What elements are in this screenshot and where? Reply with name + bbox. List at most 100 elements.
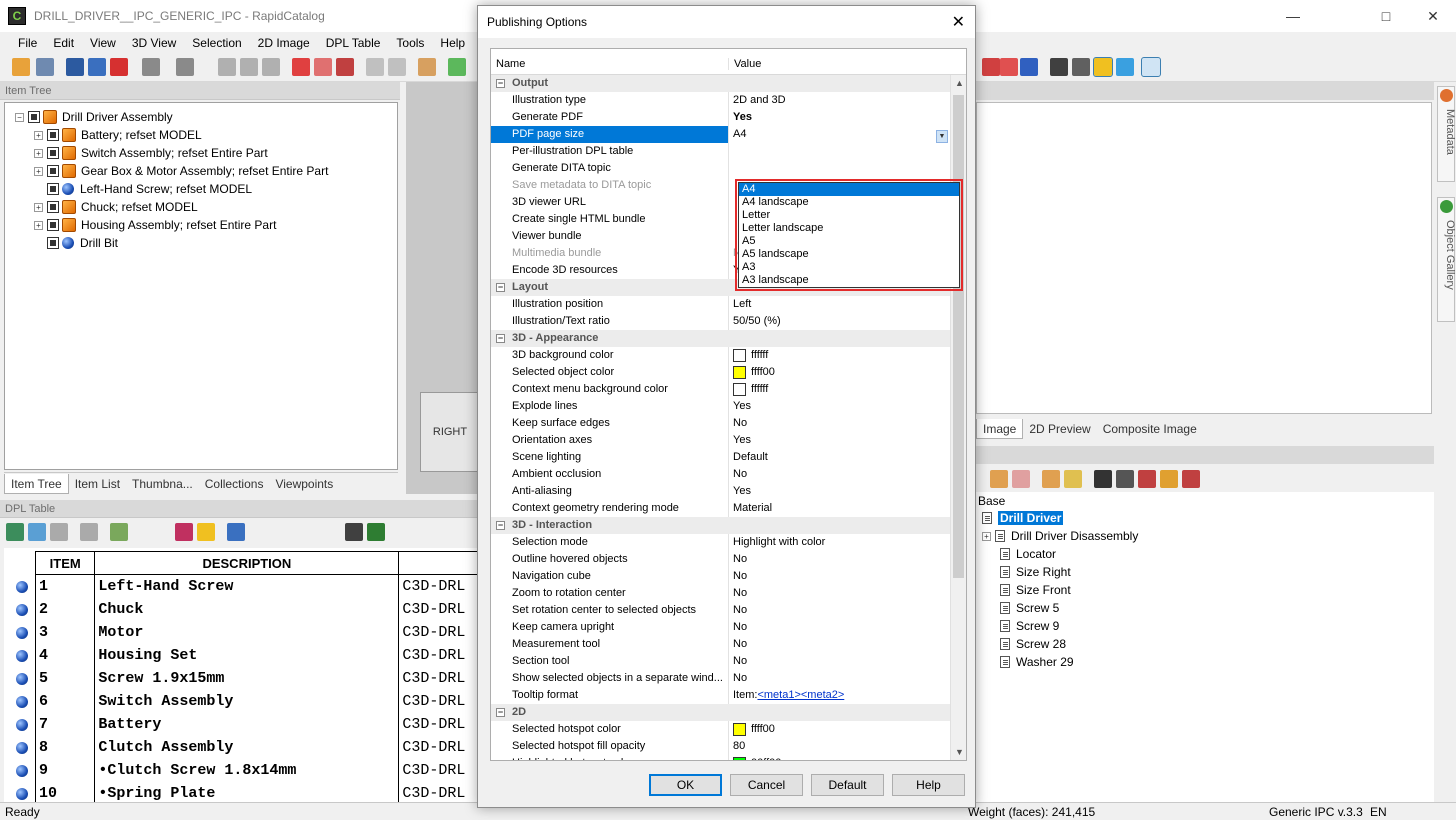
hotspot-icon[interactable] <box>418 58 436 76</box>
pdf-icon[interactable] <box>110 58 128 76</box>
hide-icon[interactable] <box>175 523 193 541</box>
tab-thumbnails[interactable]: Thumbna... <box>126 474 199 494</box>
tooltip-format-link[interactable]: <meta1><meta2> <box>757 687 844 704</box>
table-row[interactable]: 9 •Clutch Screw 1.8x14mm C3D-DRL <box>34 758 478 782</box>
property-value[interactable]: 50/50 (%) <box>729 313 966 330</box>
property-value[interactable]: No <box>729 602 966 619</box>
view-icon[interactable] <box>982 58 1000 76</box>
tree-item[interactable]: + Chuck; refset MODEL <box>34 198 198 216</box>
property-value[interactable]: No <box>729 585 966 602</box>
link-icon[interactable] <box>80 523 98 541</box>
base-item[interactable]: Locator <box>1000 547 1056 561</box>
delete-document-icon[interactable] <box>1138 470 1156 488</box>
hierarchy-icon[interactable] <box>1182 470 1200 488</box>
menu-help[interactable]: Help <box>440 36 465 50</box>
folder-icon[interactable] <box>1160 470 1178 488</box>
navigation-cube[interactable]: RIGHT <box>420 392 480 472</box>
cut-icon[interactable] <box>218 58 236 76</box>
property-value[interactable]: Default <box>729 449 966 466</box>
property-value[interactable]: 80 <box>729 738 966 755</box>
dropdown-option[interactable]: A4 landscape <box>739 196 959 209</box>
expand-icon[interactable]: + <box>982 531 991 541</box>
collapse-icon[interactable]: − <box>496 708 505 717</box>
align-icon[interactable] <box>227 523 245 541</box>
property-value[interactable]: A4 <box>729 126 966 143</box>
visibility-checkbox[interactable] <box>47 165 59 177</box>
delete-all-icon[interactable] <box>314 58 332 76</box>
property-value[interactable]: No <box>729 415 966 432</box>
property-value[interactable] <box>729 143 966 160</box>
tree-item[interactable]: Left-Hand Screw; refset MODEL <box>47 180 252 198</box>
property-value[interactable]: No <box>729 636 966 653</box>
copy-document-icon[interactable] <box>1116 470 1134 488</box>
minimize-button[interactable]: — <box>1270 0 1316 32</box>
property-row[interactable]: Highlighted hotspot color 00ff00 <box>491 755 966 760</box>
image-canvas[interactable] <box>976 102 1432 414</box>
check-icon[interactable] <box>367 523 385 541</box>
menu-tools[interactable]: Tools <box>396 36 424 50</box>
cube-icon[interactable] <box>1116 58 1134 76</box>
expand-icon[interactable]: + <box>34 202 43 212</box>
visibility-checkbox[interactable] <box>47 219 59 231</box>
tab-composite-image[interactable]: Composite Image <box>1097 419 1203 439</box>
property-row[interactable]: Scene lighting Default <box>491 449 966 466</box>
table-row[interactable]: 5 Screw 1.9x15mm C3D-DRL <box>34 666 478 690</box>
expand-icon[interactable]: + <box>34 166 43 176</box>
property-row[interactable]: Keep surface edges No <box>491 415 966 432</box>
collapse-icon[interactable]: − <box>496 521 505 530</box>
color-swatch[interactable] <box>733 757 746 760</box>
cancel-button[interactable]: Cancel <box>730 774 803 796</box>
property-row[interactable]: Generate DITA topic <box>491 160 966 177</box>
table-row[interactable]: 4 Housing Set C3D-DRL <box>34 643 478 667</box>
remove-assembly-icon[interactable] <box>1012 470 1030 488</box>
scroll-thumb[interactable] <box>953 95 964 578</box>
collapse-icon[interactable]: − <box>15 112 24 122</box>
expand-icon[interactable]: + <box>34 220 43 230</box>
property-row[interactable]: Outline hovered objects No <box>491 551 966 568</box>
visibility-checkbox[interactable] <box>47 237 59 249</box>
shade-icon[interactable] <box>1093 57 1113 77</box>
dropdown-arrow-icon[interactable]: ▼ <box>936 130 948 143</box>
close-button[interactable]: ✕ <box>1410 0 1456 32</box>
axes-icon[interactable] <box>1020 58 1038 76</box>
collapse-icon[interactable]: − <box>496 283 505 292</box>
base-item[interactable]: Screw 5 <box>1000 601 1059 615</box>
help-button[interactable]: Help <box>892 774 965 796</box>
table-icon[interactable] <box>6 523 24 541</box>
settings-icon[interactable] <box>388 58 406 76</box>
menu-file[interactable]: File <box>18 36 37 50</box>
3d-viewport[interactable]: RIGHT <box>406 82 480 494</box>
property-row[interactable]: Orientation axes Yes <box>491 432 966 449</box>
table-row[interactable]: 2 Chuck C3D-DRL <box>34 597 478 621</box>
property-row[interactable]: Zoom to rotation center No <box>491 585 966 602</box>
base-item[interactable]: Washer 29 <box>1000 655 1074 669</box>
property-value[interactable]: ffffff <box>729 381 966 398</box>
menu-dpl-table[interactable]: DPL Table <box>326 36 381 50</box>
tree-item[interactable]: + Gear Box & Motor Assembly; refset Enti… <box>34 162 328 180</box>
visibility-checkbox[interactable] <box>47 201 59 213</box>
col-item[interactable]: ITEM <box>34 551 96 575</box>
visibility-checkbox[interactable] <box>47 129 59 141</box>
collapse-icon[interactable]: − <box>496 79 505 88</box>
table-row[interactable]: 3 Motor C3D-DRL <box>34 620 478 644</box>
category-row[interactable]: −2D <box>491 704 966 721</box>
property-value[interactable] <box>729 160 966 177</box>
maximize-button[interactable]: □ <box>1363 0 1409 32</box>
expand-icon[interactable]: + <box>34 148 43 158</box>
property-value[interactable]: No <box>729 568 966 585</box>
table-row[interactable]: 6 Switch Assembly C3D-DRL <box>34 689 478 713</box>
base-item[interactable]: + Drill Driver Disassembly <box>982 529 1138 543</box>
property-row[interactable]: Selected hotspot fill opacity 80 <box>491 738 966 755</box>
col-description[interactable]: DESCRIPTION <box>94 551 400 575</box>
property-row[interactable]: Explode lines Yes <box>491 398 966 415</box>
edit-icon[interactable] <box>110 523 128 541</box>
property-value[interactable]: ffff00 <box>729 721 966 738</box>
property-row[interactable]: Illustration type 2D and 3D <box>491 92 966 109</box>
property-value[interactable]: No <box>729 619 966 636</box>
dropdown-option[interactable]: Letter landscape <box>739 222 959 235</box>
tree-item[interactable]: + Housing Assembly; refset Entire Part <box>34 216 276 234</box>
property-value[interactable]: Left <box>729 296 966 313</box>
table-row[interactable]: 7 Battery C3D-DRL <box>34 712 478 736</box>
add-image-icon[interactable] <box>1042 470 1060 488</box>
color-swatch[interactable] <box>733 366 746 379</box>
